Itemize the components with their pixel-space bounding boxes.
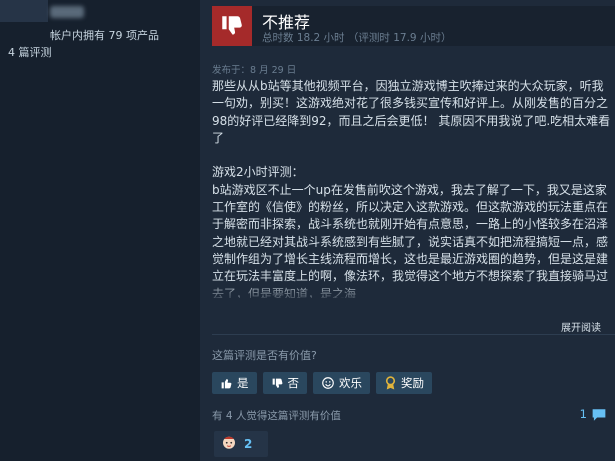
thumbs-up-icon <box>220 377 233 390</box>
comment-count[interactable]: 1 <box>580 407 587 421</box>
review-count[interactable]: 4 篇评测 <box>8 44 52 60</box>
review-header[interactable]: 不推荐 总时数 18.2 小时 （评测时 17.9 小时） <box>212 6 615 46</box>
comment-icon[interactable] <box>591 407 607 426</box>
expand-review-link[interactable]: 展开阅读 <box>561 319 601 334</box>
profile-column: 帐户内拥有 79 项产品 4 篇评测 <box>0 0 200 461</box>
review-body: 那些从从b站等其他视频平台，因独立游戏博主吹捧过来的大众玩家，听我一句劝，别买！… <box>212 79 611 298</box>
found-helpful-count: 有 4 人觉得这篇评测有价值 <box>212 410 341 422</box>
vote-no-button[interactable]: 否 <box>262 372 307 394</box>
smile-icon <box>321 376 335 390</box>
review-column: 不推荐 总时数 18.2 小时 （评测时 17.9 小时） 发布于：8 月 29… <box>200 0 615 461</box>
divider <box>212 334 615 335</box>
playtime-hours: 总时数 18.2 小时 （评测时 17.9 小时） <box>262 32 452 44</box>
vote-buttons: 是 否 欢乐 奖励 <box>212 372 432 394</box>
vote-yes-label: 是 <box>237 376 249 390</box>
profile-name-blurred[interactable] <box>50 6 84 18</box>
posted-date: 发布于：8 月 29 日 <box>212 65 297 76</box>
vote-no-label: 否 <box>287 376 300 390</box>
text-fade <box>200 280 615 304</box>
award-count: 2 <box>244 437 253 451</box>
award-icon <box>384 376 397 390</box>
award-emoji-icon <box>220 433 238 455</box>
thumbs-down-icon <box>271 377 284 390</box>
award-reaction[interactable]: 2 <box>214 431 268 457</box>
award-button[interactable]: 奖励 <box>376 372 432 394</box>
thumbs-down-icon <box>212 6 252 46</box>
award-label: 奖励 <box>401 376 424 390</box>
vote-yes-button[interactable]: 是 <box>212 372 257 394</box>
vote-funny-button[interactable]: 欢乐 <box>313 372 370 394</box>
vote-funny-label: 欢乐 <box>339 376 362 390</box>
owned-products[interactable]: 帐户内拥有 79 项产品 <box>50 27 159 43</box>
helpful-question: 这篇评测是否有价值? <box>212 349 317 362</box>
avatar[interactable] <box>0 0 48 22</box>
